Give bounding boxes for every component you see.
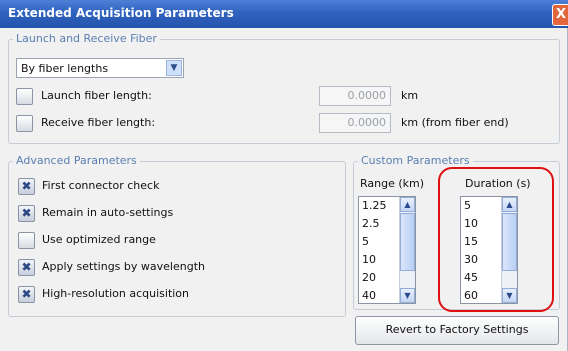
title-bar: Extended Acquisition Parameters X xyxy=(0,0,568,28)
receive-fiber-label: Receive fiber length: xyxy=(41,116,156,129)
range-scrollbar[interactable]: ▲ ▼ xyxy=(399,197,415,303)
range-item[interactable]: 5 xyxy=(362,235,369,248)
revert-factory-settings-button[interactable]: Revert to Factory Settings xyxy=(355,316,559,345)
chevron-down-icon[interactable]: ▼ xyxy=(166,60,182,76)
optimized-range-label: Use optimized range xyxy=(42,233,156,246)
scroll-up-icon[interactable]: ▲ xyxy=(400,197,415,212)
range-listbox[interactable]: 1.25 2.5 5 10 20 40 ▲ ▼ xyxy=(358,196,416,304)
range-item[interactable]: 2.5 xyxy=(362,217,380,230)
advanced-parameters-legend: Advanced Parameters xyxy=(13,154,140,167)
range-item[interactable]: 10 xyxy=(362,253,376,266)
launch-receive-group: Launch and Receive Fiber By fiber length… xyxy=(8,32,560,144)
first-connector-checkbox[interactable]: ✖ xyxy=(18,178,35,195)
advanced-parameters-group: Advanced Parameters ✖ First connector ch… xyxy=(8,154,346,317)
launch-fiber-unit: km xyxy=(401,89,419,102)
launch-fiber-length-field[interactable]: 0.0000 xyxy=(319,86,391,106)
settings-by-wavelength-checkbox[interactable]: ✖ xyxy=(18,259,35,276)
settings-by-wavelength-label: Apply settings by wavelength xyxy=(42,260,205,273)
launch-fiber-checkbox[interactable] xyxy=(16,88,33,105)
scroll-down-icon[interactable]: ▼ xyxy=(400,288,415,303)
fiber-mode-value: By fiber lengths xyxy=(21,62,109,75)
close-button[interactable]: X xyxy=(552,4,568,26)
receive-fiber-length-field[interactable]: 0.0000 xyxy=(319,113,391,133)
remain-auto-settings-checkbox[interactable]: ✖ xyxy=(18,205,35,222)
optimized-range-checkbox[interactable] xyxy=(18,232,35,249)
range-item[interactable]: 1.25 xyxy=(362,199,387,212)
launch-receive-legend: Launch and Receive Fiber xyxy=(13,32,160,45)
high-resolution-label: High-resolution acquisition xyxy=(42,287,190,300)
receive-fiber-unit: km (from fiber end) xyxy=(401,116,509,129)
remain-auto-settings-label: Remain in auto-settings xyxy=(42,206,174,219)
custom-parameters-legend: Custom Parameters xyxy=(358,154,473,167)
first-connector-label: First connector check xyxy=(42,179,160,192)
launch-fiber-label: Launch fiber length: xyxy=(41,89,152,102)
receive-fiber-checkbox[interactable] xyxy=(16,115,33,132)
range-item[interactable]: 20 xyxy=(362,271,376,284)
high-resolution-checkbox[interactable]: ✖ xyxy=(18,286,35,303)
dialog-title: Extended Acquisition Parameters xyxy=(8,6,234,20)
duration-highlight-outline xyxy=(438,167,554,312)
dialog-window: Extended Acquisition Parameters X Launch… xyxy=(0,0,568,351)
range-header: Range (km) xyxy=(360,177,425,190)
scroll-thumb[interactable] xyxy=(400,213,415,271)
range-item[interactable]: 40 xyxy=(362,289,376,302)
fiber-mode-select[interactable]: By fiber lengths ▼ xyxy=(16,58,184,78)
